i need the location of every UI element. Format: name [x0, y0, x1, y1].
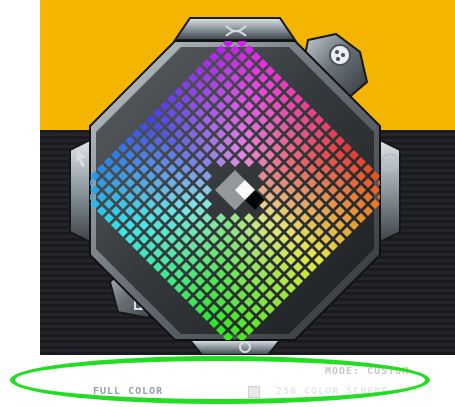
scene: MODE: CUSTOM FULL COLOR 256 COLOR SCHEME	[0, 0, 455, 407]
color-wheel-widget	[69, 17, 401, 356]
color-stage	[40, 0, 455, 360]
palette-icon	[329, 44, 351, 66]
tab-top[interactable]	[173, 17, 297, 41]
highlight-ellipse	[10, 356, 430, 404]
tab-bottom[interactable]	[187, 339, 283, 356]
tab-left[interactable]	[69, 138, 91, 244]
tab-right[interactable]	[379, 138, 401, 244]
